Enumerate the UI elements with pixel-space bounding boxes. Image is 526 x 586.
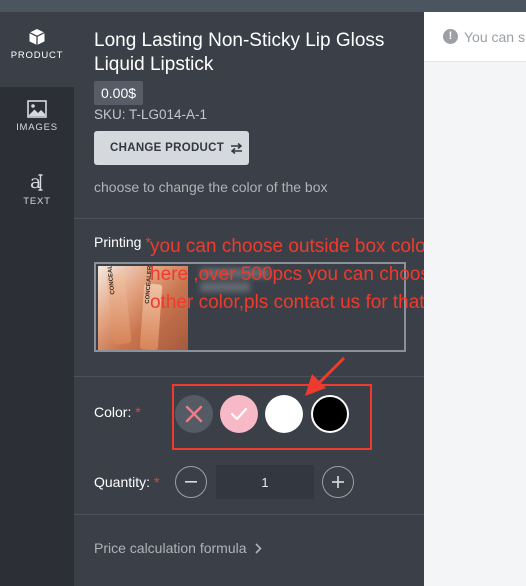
info-icon: ! xyxy=(443,29,458,44)
notice-bar: ! You can s xyxy=(424,12,526,62)
quantity-increment-button[interactable] xyxy=(322,466,354,498)
plus-icon xyxy=(332,476,344,488)
price-badge: 0.00$ xyxy=(94,81,144,105)
color-label-text: Color: xyxy=(94,404,132,420)
quantity-decrement-button[interactable] xyxy=(175,466,207,498)
top-bar xyxy=(0,0,526,12)
required-mark: * xyxy=(154,474,160,490)
lipgloss-tube: CONCEALER xyxy=(106,266,132,345)
box-icon xyxy=(29,29,45,45)
product-sku: SKU: T-LG014-A-1 xyxy=(94,107,208,122)
color-label: Color: * xyxy=(94,404,141,420)
swap-icon xyxy=(230,142,243,154)
divider xyxy=(74,376,424,377)
change-color-hint: choose to change the color of the box xyxy=(94,179,328,195)
change-product-label: CHANGE PRODUCT xyxy=(110,142,225,154)
price-formula-link[interactable]: Price calculation formula xyxy=(94,540,262,556)
nav-item-images[interactable]: IMAGES xyxy=(0,100,74,160)
chevron-right-icon xyxy=(254,542,262,554)
divider xyxy=(74,514,424,515)
change-product-button[interactable]: CHANGE PRODUCT xyxy=(94,131,249,165)
minus-icon xyxy=(185,481,197,483)
quantity-input[interactable] xyxy=(216,465,314,499)
printing-label: Printing * xyxy=(94,234,151,250)
canvas-area: ! You can s xyxy=(424,12,526,586)
notice-text: You can s xyxy=(464,28,525,45)
nav-label-text: TEXT xyxy=(23,196,51,207)
quantity-label: Quantity: * xyxy=(94,474,159,490)
required-mark: * xyxy=(135,404,141,420)
image-icon xyxy=(27,100,47,118)
quantity-label-text: Quantity: xyxy=(94,474,151,490)
annotation-highlight-box xyxy=(172,384,372,450)
divider xyxy=(74,218,424,219)
tube-label: CONCEALER xyxy=(106,266,117,295)
annotation-text: you can choose outside box color here ,o… xyxy=(150,236,441,313)
nav-item-text[interactable]: a TEXT xyxy=(0,172,74,232)
nav-label-product: PRODUCT xyxy=(10,50,64,61)
nav-item-product[interactable]: PRODUCT xyxy=(0,12,74,87)
price-formula-label: Price calculation formula xyxy=(94,540,247,556)
product-title: Long Lasting Non-Sticky Lip Gloss Liquid… xyxy=(94,30,385,75)
nav-label-images: IMAGES xyxy=(16,122,58,133)
text-icon: a xyxy=(30,172,43,192)
printing-label-text: Printing xyxy=(94,234,142,250)
left-nav: PRODUCT IMAGES a TEXT xyxy=(0,12,74,586)
